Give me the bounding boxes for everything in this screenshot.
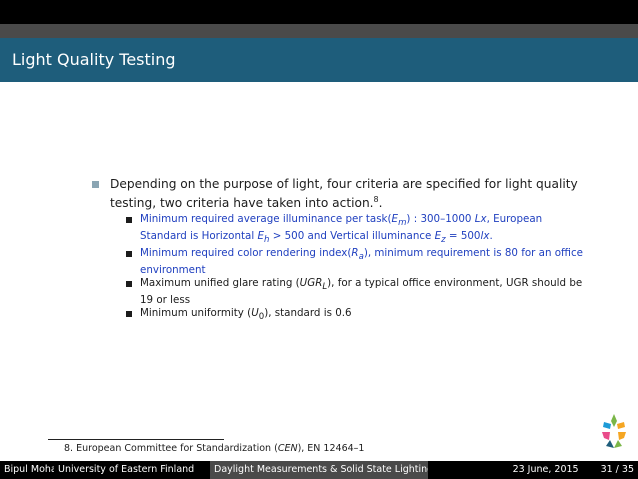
square-bullet-icon [126, 251, 132, 258]
criteria-list: Minimum required average illuminance per… [126, 213, 592, 324]
criterion-color-rendering: Minimum required color rendering index(R… [126, 247, 592, 277]
slide-title: Light Quality Testing [0, 38, 638, 82]
top-bar [0, 0, 638, 24]
footnote-text: European Committee for Standardization ( [76, 443, 278, 454]
footnote: 8. European Committee for Standardizatio… [64, 443, 364, 455]
footnote-abbr: CEN [277, 443, 298, 454]
top-strip [0, 24, 638, 38]
square-bullet-icon [126, 281, 132, 288]
main-bullet: Depending on the purpose of light, four … [92, 176, 592, 324]
footnote-text-end: ), EN 12464–1 [297, 443, 365, 454]
criterion-illuminance: Minimum required average illuminance per… [126, 213, 592, 247]
university-logo-icon [602, 414, 626, 448]
footer-institution: University of Eastern Finland [54, 461, 210, 479]
slide-content: Depending on the purpose of light, four … [92, 176, 592, 324]
footer-page-number: 31 / 35 [600, 464, 634, 475]
main-text: Depending on the purpose of light, four … [110, 177, 578, 211]
footer-bar: Bipul Mohanto University of Eastern Finl… [0, 461, 638, 479]
footer-author: Bipul Mohanto [0, 461, 54, 479]
slide-title-text: Light Quality Testing [12, 50, 176, 69]
footer-talk-title: Daylight Measurements & Solid State Ligh… [210, 461, 428, 479]
square-bullet-icon [126, 217, 132, 224]
footer-date-page: 23 June, 2015 31 / 35 [428, 461, 638, 479]
criterion-glare-rating: Maximum unified glare rating (UGRL), for… [126, 277, 592, 307]
main-text-end: . [378, 196, 383, 211]
footer-date: 23 June, 2015 [512, 464, 579, 475]
square-bullet-icon [126, 311, 132, 318]
square-bullet-icon [92, 181, 99, 188]
footnote-divider [48, 439, 224, 440]
footnote-number: 8. [64, 443, 74, 454]
criterion-uniformity: Minimum uniformity (U0), standard is 0.6 [126, 307, 592, 324]
